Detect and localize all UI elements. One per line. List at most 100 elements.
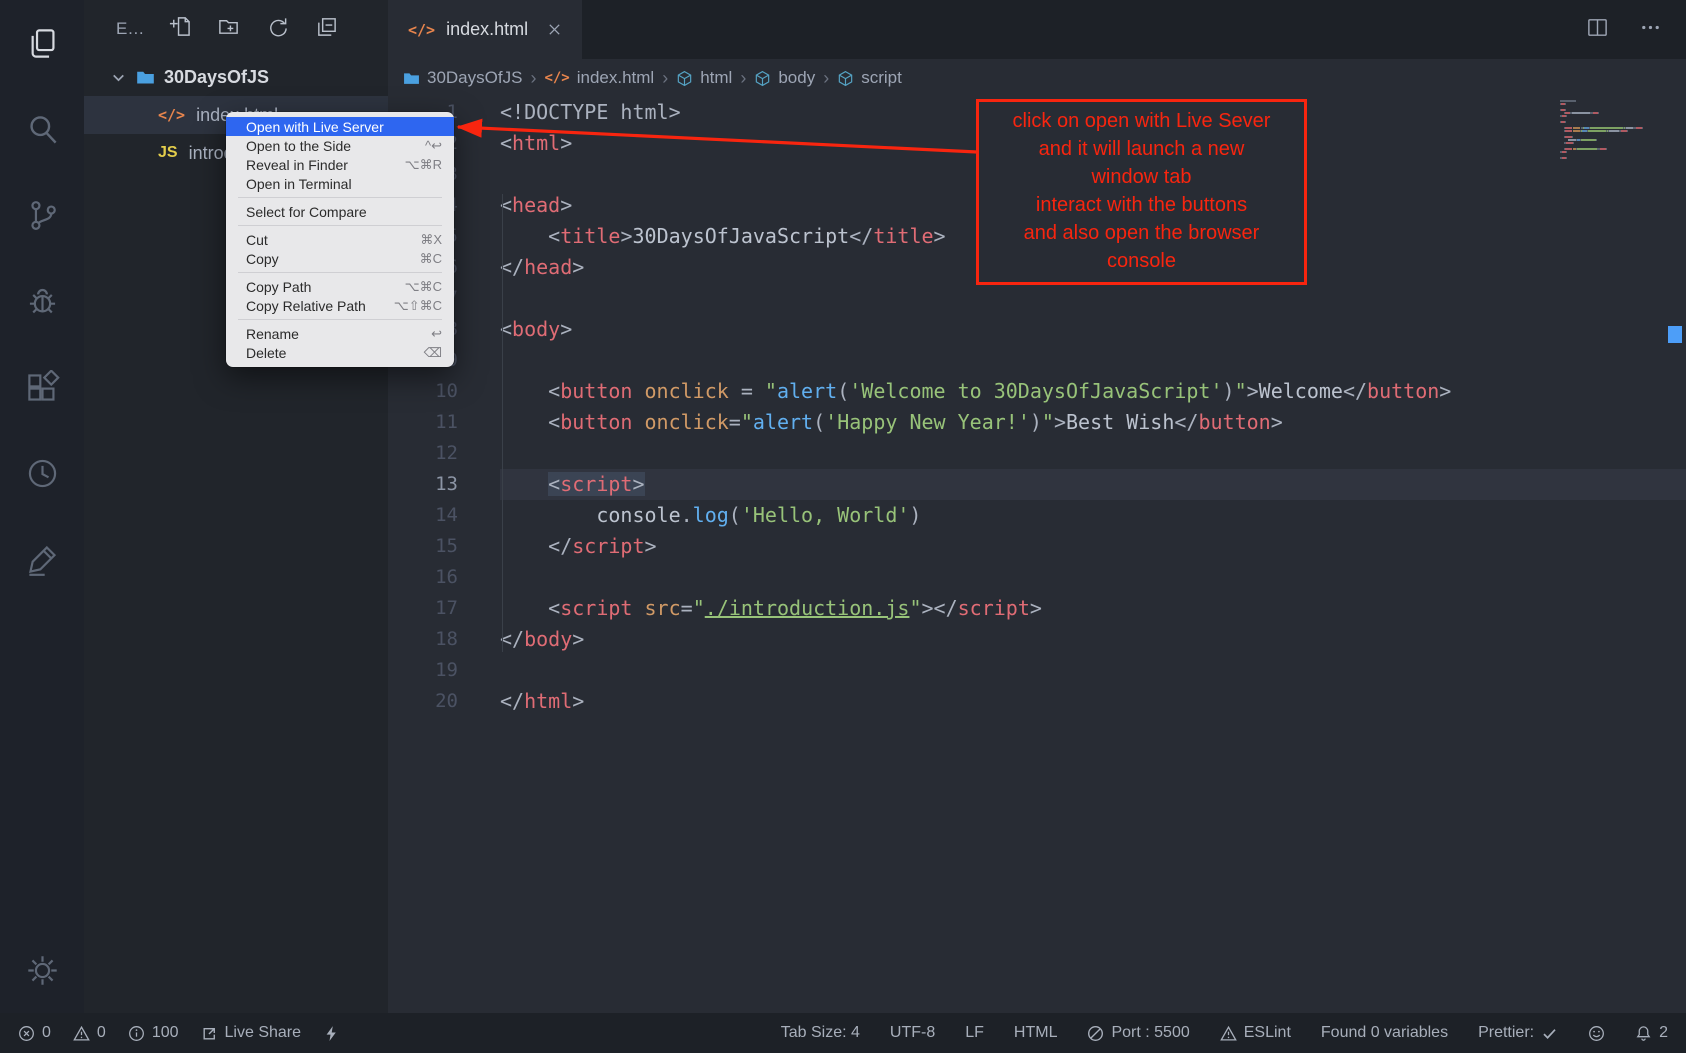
status-notifications[interactable]: 2 [1635,1024,1668,1042]
tab-index-html[interactable]: </> index.html [388,0,582,59]
menu-item-select-for-compare[interactable]: Select for Compare [226,202,454,221]
minimap-line [1560,118,1670,120]
breadcrumb-item-index-html[interactable]: </>index.html [541,68,657,88]
minimap-line [1560,103,1670,105]
menu-item-label: Select for Compare [246,204,367,220]
context-menu: Open with Live ServerOpen to the Side^↩R… [226,112,454,367]
annotation-text: click on open with Live Severand it will… [1013,102,1271,275]
code-line-12[interactable]: 12 [388,438,1686,469]
line-text [500,562,1686,593]
code-line-10[interactable]: 10 <button onclick = "alert('Welcome to … [388,376,1686,407]
menu-item-copy-path[interactable]: Copy Path⌥⌘C [226,277,454,296]
new-file-icon[interactable] [168,15,191,43]
new-folder-icon[interactable] [217,15,240,43]
menu-item-rename[interactable]: Rename↩ [226,324,454,343]
code-line-7[interactable]: 7 [388,283,1686,314]
status-feedback-smiley[interactable] [1588,1025,1605,1042]
tab-close-icon[interactable] [547,22,562,37]
menu-item-reveal-in-finder[interactable]: Reveal in Finder⌥⌘R [226,155,454,174]
menu-item-delete[interactable]: Delete⌫ [226,343,454,362]
line-text: <body> [500,314,1686,345]
clock-icon[interactable] [0,430,84,516]
cube-icon [676,70,693,87]
pen-icon[interactable] [0,516,84,602]
status-errors[interactable]: 0 [18,1024,51,1042]
code-line-15[interactable]: 15 </script> [388,531,1686,562]
menu-item-open-in-terminal[interactable]: Open in Terminal [226,174,454,193]
minimap[interactable] [1560,100,1670,160]
status-label: HTML [1014,1024,1058,1042]
breadcrumb-item-script[interactable]: script [834,68,905,88]
menu-item-shortcut: ^↩ [425,138,442,154]
status-eol[interactable]: LF [965,1024,984,1042]
line-number: 11 [388,407,458,438]
explorer-root-folder[interactable]: 30DaysOfJS [84,58,388,96]
code-line-20[interactable]: 20</html> [388,686,1686,717]
status-warnings[interactable]: 0 [73,1024,106,1042]
minimap-line [1560,100,1670,102]
html-file-icon: </> [408,21,435,39]
menu-item-open-to-the-side[interactable]: Open to the Side^↩ [226,136,454,155]
warning-icon [1220,1025,1237,1042]
status-flash[interactable] [323,1025,340,1042]
split-editor-icon[interactable] [1586,16,1609,44]
activity-bar [0,0,84,1013]
menu-item-cut[interactable]: Cut⌘X [226,230,454,249]
code-line-18[interactable]: 18</body> [388,624,1686,655]
info-icon [128,1025,145,1042]
status-live-share[interactable]: Live Share [201,1024,302,1042]
status-live-server-port[interactable]: Port : 5500 [1087,1024,1189,1042]
status-found-variables[interactable]: Found 0 variables [1321,1024,1448,1042]
breadcrumb-label: script [861,68,902,88]
source-control-icon[interactable] [0,172,84,258]
breadcrumb-label: body [778,68,815,88]
line-number: 14 [388,500,458,531]
search-icon[interactable] [0,86,84,172]
annotation-line: and it will launch a new [1013,135,1271,163]
breadcrumb-item-30daysofjs[interactable]: 30DaysOfJS [400,68,525,88]
explorer-icon[interactable] [0,0,84,86]
line-number: 12 [388,438,458,469]
menu-item-shortcut: ⌥⌘R [405,157,442,173]
code-line-16[interactable]: 16 [388,562,1686,593]
explorer-header: E… [84,0,388,58]
minimap-line [1560,151,1670,153]
code-line-19[interactable]: 19 [388,655,1686,686]
debug-icon[interactable] [0,258,84,344]
breadcrumb-item-html[interactable]: html [673,68,735,88]
menu-item-copy[interactable]: Copy⌘C [226,249,454,268]
minimap-line [1560,115,1670,117]
annotation-line: window tab [1013,163,1271,191]
more-actions-icon[interactable] [1639,16,1662,44]
menu-item-label: Delete [246,345,286,361]
extensions-icon[interactable] [0,344,84,430]
check-icon [1541,1025,1558,1042]
line-number: 20 [388,686,458,717]
code-line-13[interactable]: 13 <script> [388,469,1686,500]
code-line-14[interactable]: 14 console.log('Hello, World') [388,500,1686,531]
breadcrumb-item-body[interactable]: body [751,68,818,88]
collapse-all-icon[interactable] [315,15,338,43]
code-line-8[interactable]: 8<body> [388,314,1686,345]
status-label: Tab Size: 4 [781,1024,860,1042]
line-text [500,345,1686,376]
status-tab-size[interactable]: Tab Size: 4 [781,1024,860,1042]
settings-gear-icon[interactable] [0,927,84,1013]
status-label: Found 0 variables [1321,1024,1448,1042]
bell-icon [1635,1025,1652,1042]
code-line-9[interactable]: 9 [388,345,1686,376]
status-label: Live Share [225,1024,302,1042]
status-encoding[interactable]: UTF-8 [890,1024,935,1042]
menu-item-open-with-live-server[interactable]: Open with Live Server [226,117,454,136]
code-line-17[interactable]: 17 <script src="./introduction.js"></scr… [388,593,1686,624]
status-prettier[interactable]: Prettier: [1478,1024,1558,1042]
status-language-mode[interactable]: HTML [1014,1024,1058,1042]
explorer-toolbar [168,15,338,43]
code-line-11[interactable]: 11 <button onclick="alert('Happy New Yea… [388,407,1686,438]
status-eslint[interactable]: ESLint [1220,1024,1291,1042]
cube-icon [754,70,771,87]
annotation-line: interact with the buttons [1013,191,1271,219]
menu-item-copy-relative-path[interactable]: Copy Relative Path⌥⇧⌘C [226,296,454,315]
status-info-count[interactable]: 100 [128,1024,179,1042]
refresh-icon[interactable] [266,15,289,43]
